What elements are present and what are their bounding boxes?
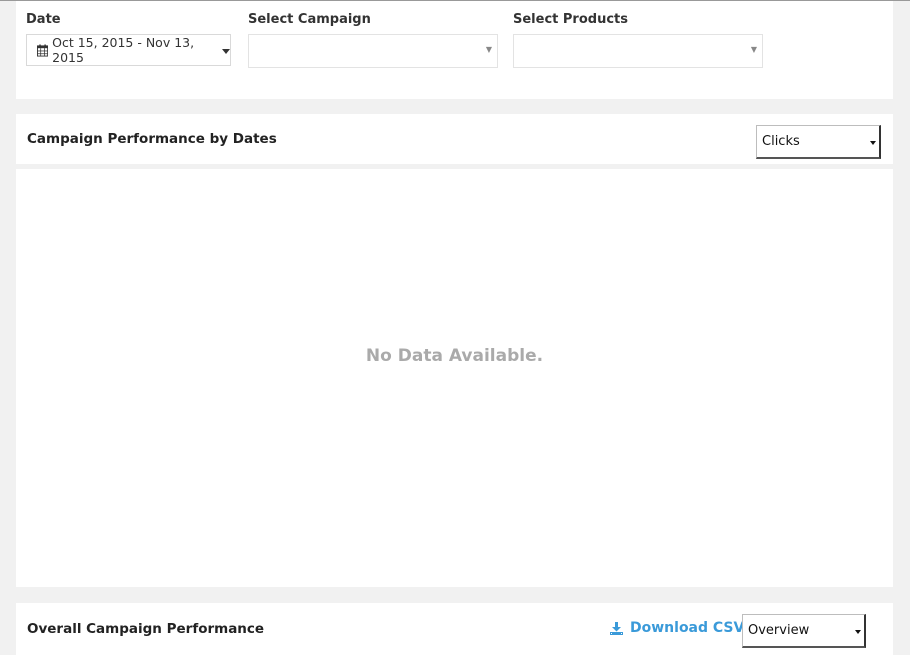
- overall-panel-header: Overall Campaign Performance Download CS…: [16, 603, 893, 655]
- chevron-down-icon: [222, 48, 230, 54]
- overview-select-value: Overview: [748, 623, 810, 638]
- download-icon: [610, 621, 623, 635]
- chart-panel-header: Campaign Performance by Dates Clicks: [16, 114, 893, 164]
- overall-panel-title: Overall Campaign Performance: [27, 621, 265, 637]
- download-csv-label: Download CSV: [630, 620, 745, 636]
- chart-area: No Data Available.: [16, 169, 893, 587]
- metric-select-value: Clicks: [762, 134, 800, 149]
- dropdown-arrow-icon: ▼: [485, 45, 492, 54]
- download-csv-link[interactable]: Download CSV: [610, 620, 744, 636]
- calendar-icon: [37, 43, 49, 57]
- overview-select[interactable]: Overview: [742, 614, 866, 648]
- dropdown-arrow-icon: [855, 629, 861, 634]
- dropdown-arrow-icon: ▼: [750, 45, 757, 54]
- date-range-picker[interactable]: Oct 15, 2015 - Nov 13, 2015: [26, 34, 231, 66]
- products-select[interactable]: ▼: [513, 34, 763, 68]
- products-label: Select Products: [513, 12, 628, 27]
- metric-select[interactable]: Clicks: [756, 125, 881, 159]
- date-label: Date: [26, 12, 61, 27]
- campaign-select[interactable]: ▼: [248, 34, 498, 68]
- dropdown-arrow-icon: [870, 140, 876, 145]
- filters-panel: Date Oct 15, 2015 - Nov 13, 2015 Select …: [16, 1, 893, 99]
- campaign-label: Select Campaign: [248, 12, 371, 27]
- no-data-message: No Data Available.: [365, 346, 544, 366]
- date-range-value: Oct 15, 2015 - Nov 13, 2015: [52, 35, 195, 65]
- chart-panel-title: Campaign Performance by Dates: [27, 131, 277, 147]
